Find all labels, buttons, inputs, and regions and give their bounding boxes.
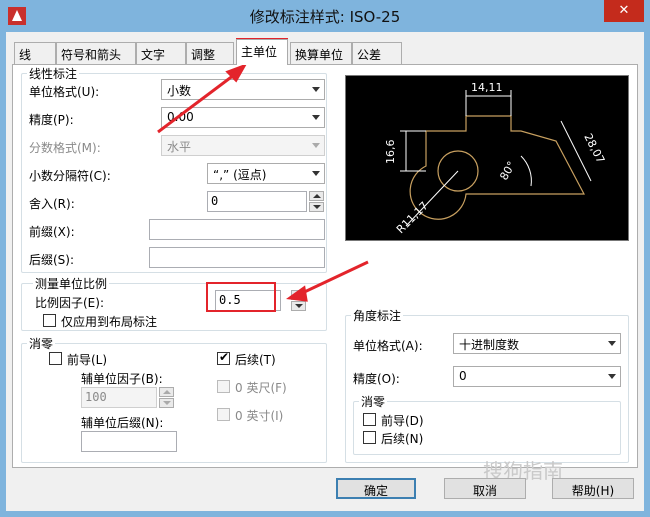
tab-tolerances[interactable]: 公差 <box>352 42 402 64</box>
unit-format-value: 小数 <box>167 84 192 98</box>
roundoff-spinner[interactable] <box>309 191 324 212</box>
sub-unit-suffix-label: 辅单位后缀(N): <box>81 416 164 430</box>
layout-only-checkbox[interactable] <box>43 314 56 327</box>
dialog-client: 线 符号和箭头 文字 调整 主单位 换算单位 公差 线性标注 单位格式(U): … <box>6 32 644 511</box>
suffix-label: 后缀(S): <box>29 253 75 267</box>
angular-group-title: 角度标注 <box>351 307 404 324</box>
feet-checkbox <box>217 380 230 393</box>
precision-select[interactable]: 0.00 <box>161 107 325 128</box>
sub-unit-factor-input: 100 <box>81 387 157 408</box>
decimal-separator-value: “,” (逗点) <box>213 168 267 182</box>
primary-units-panel: 线性标注 单位格式(U): 小数 精度(P): 0.00 分数格式(M): 水平… <box>12 64 638 483</box>
cancel-button[interactable]: 取消 <box>444 478 526 499</box>
angular-unit-format-label: 单位格式(A): <box>353 339 423 353</box>
angular-zero-title: 消零 <box>359 393 388 410</box>
dim-text-radius: R11,17 <box>394 199 431 236</box>
zero-group-title: 消零 <box>27 335 56 352</box>
angular-unit-format-value: 十进制度数 <box>459 338 520 352</box>
decimal-separator-select[interactable]: “,” (逗点) <box>207 163 325 184</box>
layout-only-label: 仅应用到布局标注 <box>61 315 158 329</box>
unit-format-label: 单位格式(U): <box>29 85 100 99</box>
precision-value: 0.00 <box>167 110 194 124</box>
decimal-separator-label: 小数分隔符(C): <box>29 169 111 183</box>
scale-factor-spinner[interactable] <box>291 290 306 311</box>
preview-drawing: 14,11 16,6 28,07 80° R11,17 <box>384 81 607 236</box>
sub-unit-factor-spinner <box>159 387 174 408</box>
dim-text-angle: 80° <box>497 159 518 182</box>
spin-down-icon <box>159 398 174 408</box>
angular-precision-label: 精度(O): <box>353 372 400 386</box>
inches-label: 0 英寸(I) <box>235 409 284 423</box>
feet-label: 0 英尺(F) <box>235 381 287 395</box>
chevron-down-icon <box>312 171 320 176</box>
chevron-down-icon <box>312 143 320 148</box>
tab-alternate-units[interactable]: 换算单位 <box>290 42 352 64</box>
dimension-preview: 14,11 16,6 28,07 80° R11,17 <box>345 75 629 241</box>
dim-arc-angle <box>520 155 532 187</box>
angular-trailing-checkbox[interactable] <box>363 431 376 444</box>
sub-unit-suffix-input[interactable] <box>81 431 177 452</box>
spin-up-icon[interactable] <box>309 191 324 201</box>
linear-group-title: 线性标注 <box>27 65 80 82</box>
window-title: 修改标注样式: ISO-25 <box>249 8 401 26</box>
fraction-format-value: 水平 <box>167 140 192 154</box>
tab-symbols-arrows[interactable]: 符号和箭头 <box>56 42 136 64</box>
tab-lines[interactable]: 线 <box>14 42 56 64</box>
angular-trailing-label: 后续(N) <box>381 432 424 446</box>
angular-unit-format-select[interactable]: 十进制度数 <box>453 333 621 354</box>
unit-format-select[interactable]: 小数 <box>161 79 325 100</box>
roundoff-label: 舍入(R): <box>29 197 75 211</box>
fraction-format-select: 水平 <box>161 135 325 156</box>
angular-precision-value: 0 <box>459 369 467 383</box>
sub-unit-factor-label: 辅单位因子(B): <box>81 372 163 386</box>
angular-leading-checkbox[interactable] <box>363 413 376 426</box>
fraction-format-label: 分数格式(M): <box>29 141 101 155</box>
spin-down-icon[interactable] <box>309 202 324 212</box>
prefix-label: 前缀(X): <box>29 225 75 239</box>
help-button[interactable]: 帮助(H) <box>552 478 634 499</box>
spin-up-icon[interactable] <box>291 290 306 300</box>
spin-down-icon[interactable] <box>291 301 306 311</box>
leading-checkbox[interactable] <box>49 352 62 365</box>
spin-up-icon <box>159 387 174 397</box>
tab-fit[interactable]: 调整 <box>186 42 234 64</box>
trailing-label: 后续(T) <box>235 353 276 367</box>
angular-leading-label: 前导(D) <box>381 414 424 428</box>
chevron-down-icon <box>608 341 616 346</box>
inches-checkbox <box>217 408 230 421</box>
dim-text-top: 14,11 <box>471 81 503 94</box>
roundoff-input[interactable]: 0 <box>207 191 307 212</box>
tab-primary-units[interactable]: 主单位 <box>236 39 288 65</box>
chevron-down-icon <box>312 115 320 120</box>
dim-line-right <box>560 120 592 182</box>
tab-text[interactable]: 文字 <box>136 42 186 64</box>
ok-button[interactable]: 确定 <box>336 478 416 499</box>
chevron-down-icon <box>312 87 320 92</box>
dim-text-right: 28,07 <box>581 131 607 165</box>
title-bar[interactable]: 修改标注样式: ISO-25 ✕ <box>0 0 650 32</box>
angular-precision-select[interactable]: 0 <box>453 366 621 387</box>
dim-text-left: 16,6 <box>384 140 397 165</box>
part-outline <box>409 115 585 220</box>
trailing-checkbox[interactable] <box>217 350 230 365</box>
precision-label: 精度(P): <box>29 113 74 127</box>
scale-group-title: 测量单位比例 <box>33 275 110 292</box>
leading-label: 前导(L) <box>67 353 108 367</box>
scale-factor-label: 比例因子(E): <box>35 296 104 310</box>
prefix-input[interactable] <box>149 219 325 240</box>
suffix-input[interactable] <box>149 247 325 268</box>
chevron-down-icon <box>608 374 616 379</box>
highlight-scale-factor <box>206 282 276 312</box>
close-button[interactable]: ✕ <box>604 0 644 22</box>
dialog-window: 修改标注样式: ISO-25 ✕ 线 符号和箭头 文字 调整 主单位 换算单位 … <box>0 0 650 517</box>
